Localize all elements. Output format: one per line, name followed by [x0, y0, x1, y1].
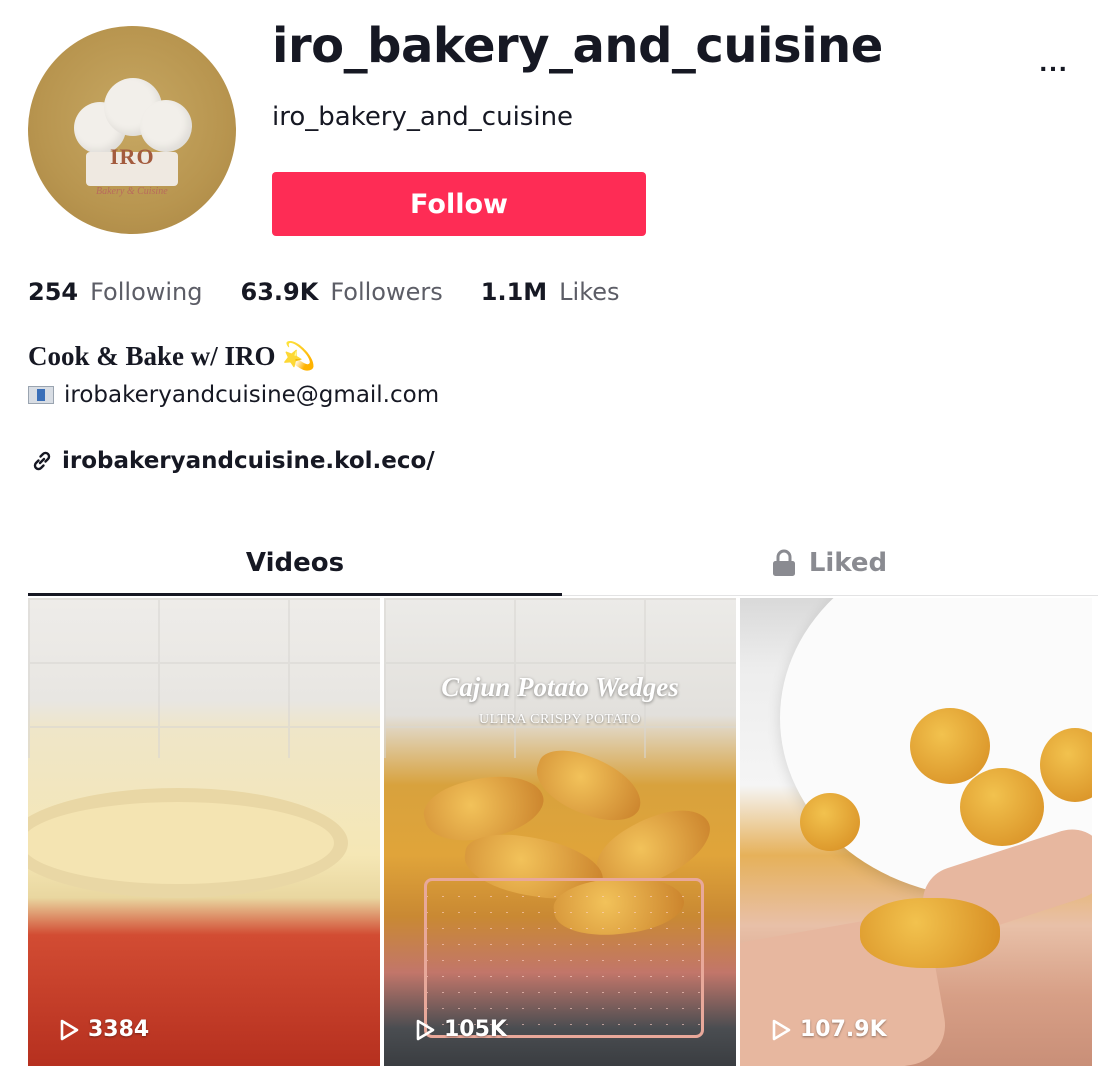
play-icon — [772, 1019, 791, 1040]
bio-text: Cook & Bake w/ IRO 💫 — [28, 341, 316, 371]
bio-email-line: irobakeryandcuisine@gmail.com — [28, 382, 439, 408]
fried-ball — [800, 793, 860, 851]
video-grid: 3384 Cajun Potato Wedges ULTRA CRISPY PO… — [28, 598, 1096, 1074]
lock-icon — [772, 549, 795, 576]
profile-title: iro_bakery_and_cuisine — [272, 18, 883, 74]
tab-videos[interactable]: Videos — [28, 530, 562, 596]
avatar-logo-text: IRO — [110, 144, 155, 169]
video-overlay-title: Cajun Potato Wedges — [441, 672, 679, 702]
profile-tabs: Videos Liked — [28, 530, 1098, 596]
chef-hat-logo — [68, 74, 196, 190]
video-overlay-subtitle: ULTRA CRISPY POTATO — [479, 712, 641, 727]
video-thumbnail[interactable]: 3384 — [28, 598, 380, 1066]
stat-value: 63.9K — [240, 278, 319, 306]
envelope-icon — [28, 386, 54, 404]
tab-videos-label: Videos — [245, 547, 345, 578]
stat-value: 254 — [28, 278, 79, 306]
video-thumbnail[interactable]: Cajun Potato Wedges ULTRA CRISPY POTATO … — [384, 598, 736, 1066]
brick-wall-background — [28, 598, 380, 758]
bio-email: irobakeryandcuisine@gmail.com — [64, 382, 440, 408]
stat-following[interactable]: 254 Following — [28, 278, 203, 306]
tab-liked[interactable]: Liked — [562, 530, 1096, 595]
pot-image — [28, 788, 348, 898]
play-icon — [416, 1019, 435, 1040]
profile-stats: 254 Following 63.9K Followers 1.1M Likes — [28, 278, 658, 306]
stat-label: Likes — [559, 278, 620, 306]
stat-label: Following — [90, 278, 203, 306]
stat-followers[interactable]: 63.9K Followers — [241, 278, 443, 306]
play-icon — [60, 1019, 79, 1040]
video-thumbnail[interactable]: 107.9K — [740, 598, 1092, 1066]
stat-label: Followers — [330, 278, 443, 306]
profile-link[interactable]: irobakeryandcuisine.kol.eco/ — [30, 448, 435, 474]
stat-value: 1.1M — [480, 278, 548, 306]
profile-avatar[interactable]: IRO Bakery & Cuisine — [28, 26, 236, 234]
video-view-count: 3384 — [88, 1017, 150, 1042]
fried-ball — [960, 768, 1044, 846]
wire-basket — [424, 878, 704, 1038]
video-views: 3384 — [58, 1017, 149, 1042]
active-tab-indicator — [28, 593, 562, 596]
avatar-logo-subtext: Bakery & Cuisine — [96, 186, 168, 197]
fried-ball-held — [860, 898, 1000, 968]
fried-ball — [910, 708, 990, 784]
video-views: 107.9K — [770, 1017, 887, 1042]
video-view-count: 107.9K — [800, 1017, 887, 1042]
profile-link-text: irobakeryandcuisine.kol.eco/ — [62, 448, 435, 474]
profile-subtitle: iro_bakery_and_cuisine — [272, 102, 574, 132]
tab-liked-label: Liked — [808, 547, 888, 578]
link-icon — [33, 451, 51, 471]
video-view-count: 105K — [444, 1017, 507, 1042]
more-options-button[interactable]: ... — [1030, 44, 1078, 80]
follow-button[interactable]: Follow — [272, 172, 646, 236]
video-views: 105K — [414, 1017, 507, 1042]
stat-likes: 1.1M Likes — [481, 278, 620, 306]
